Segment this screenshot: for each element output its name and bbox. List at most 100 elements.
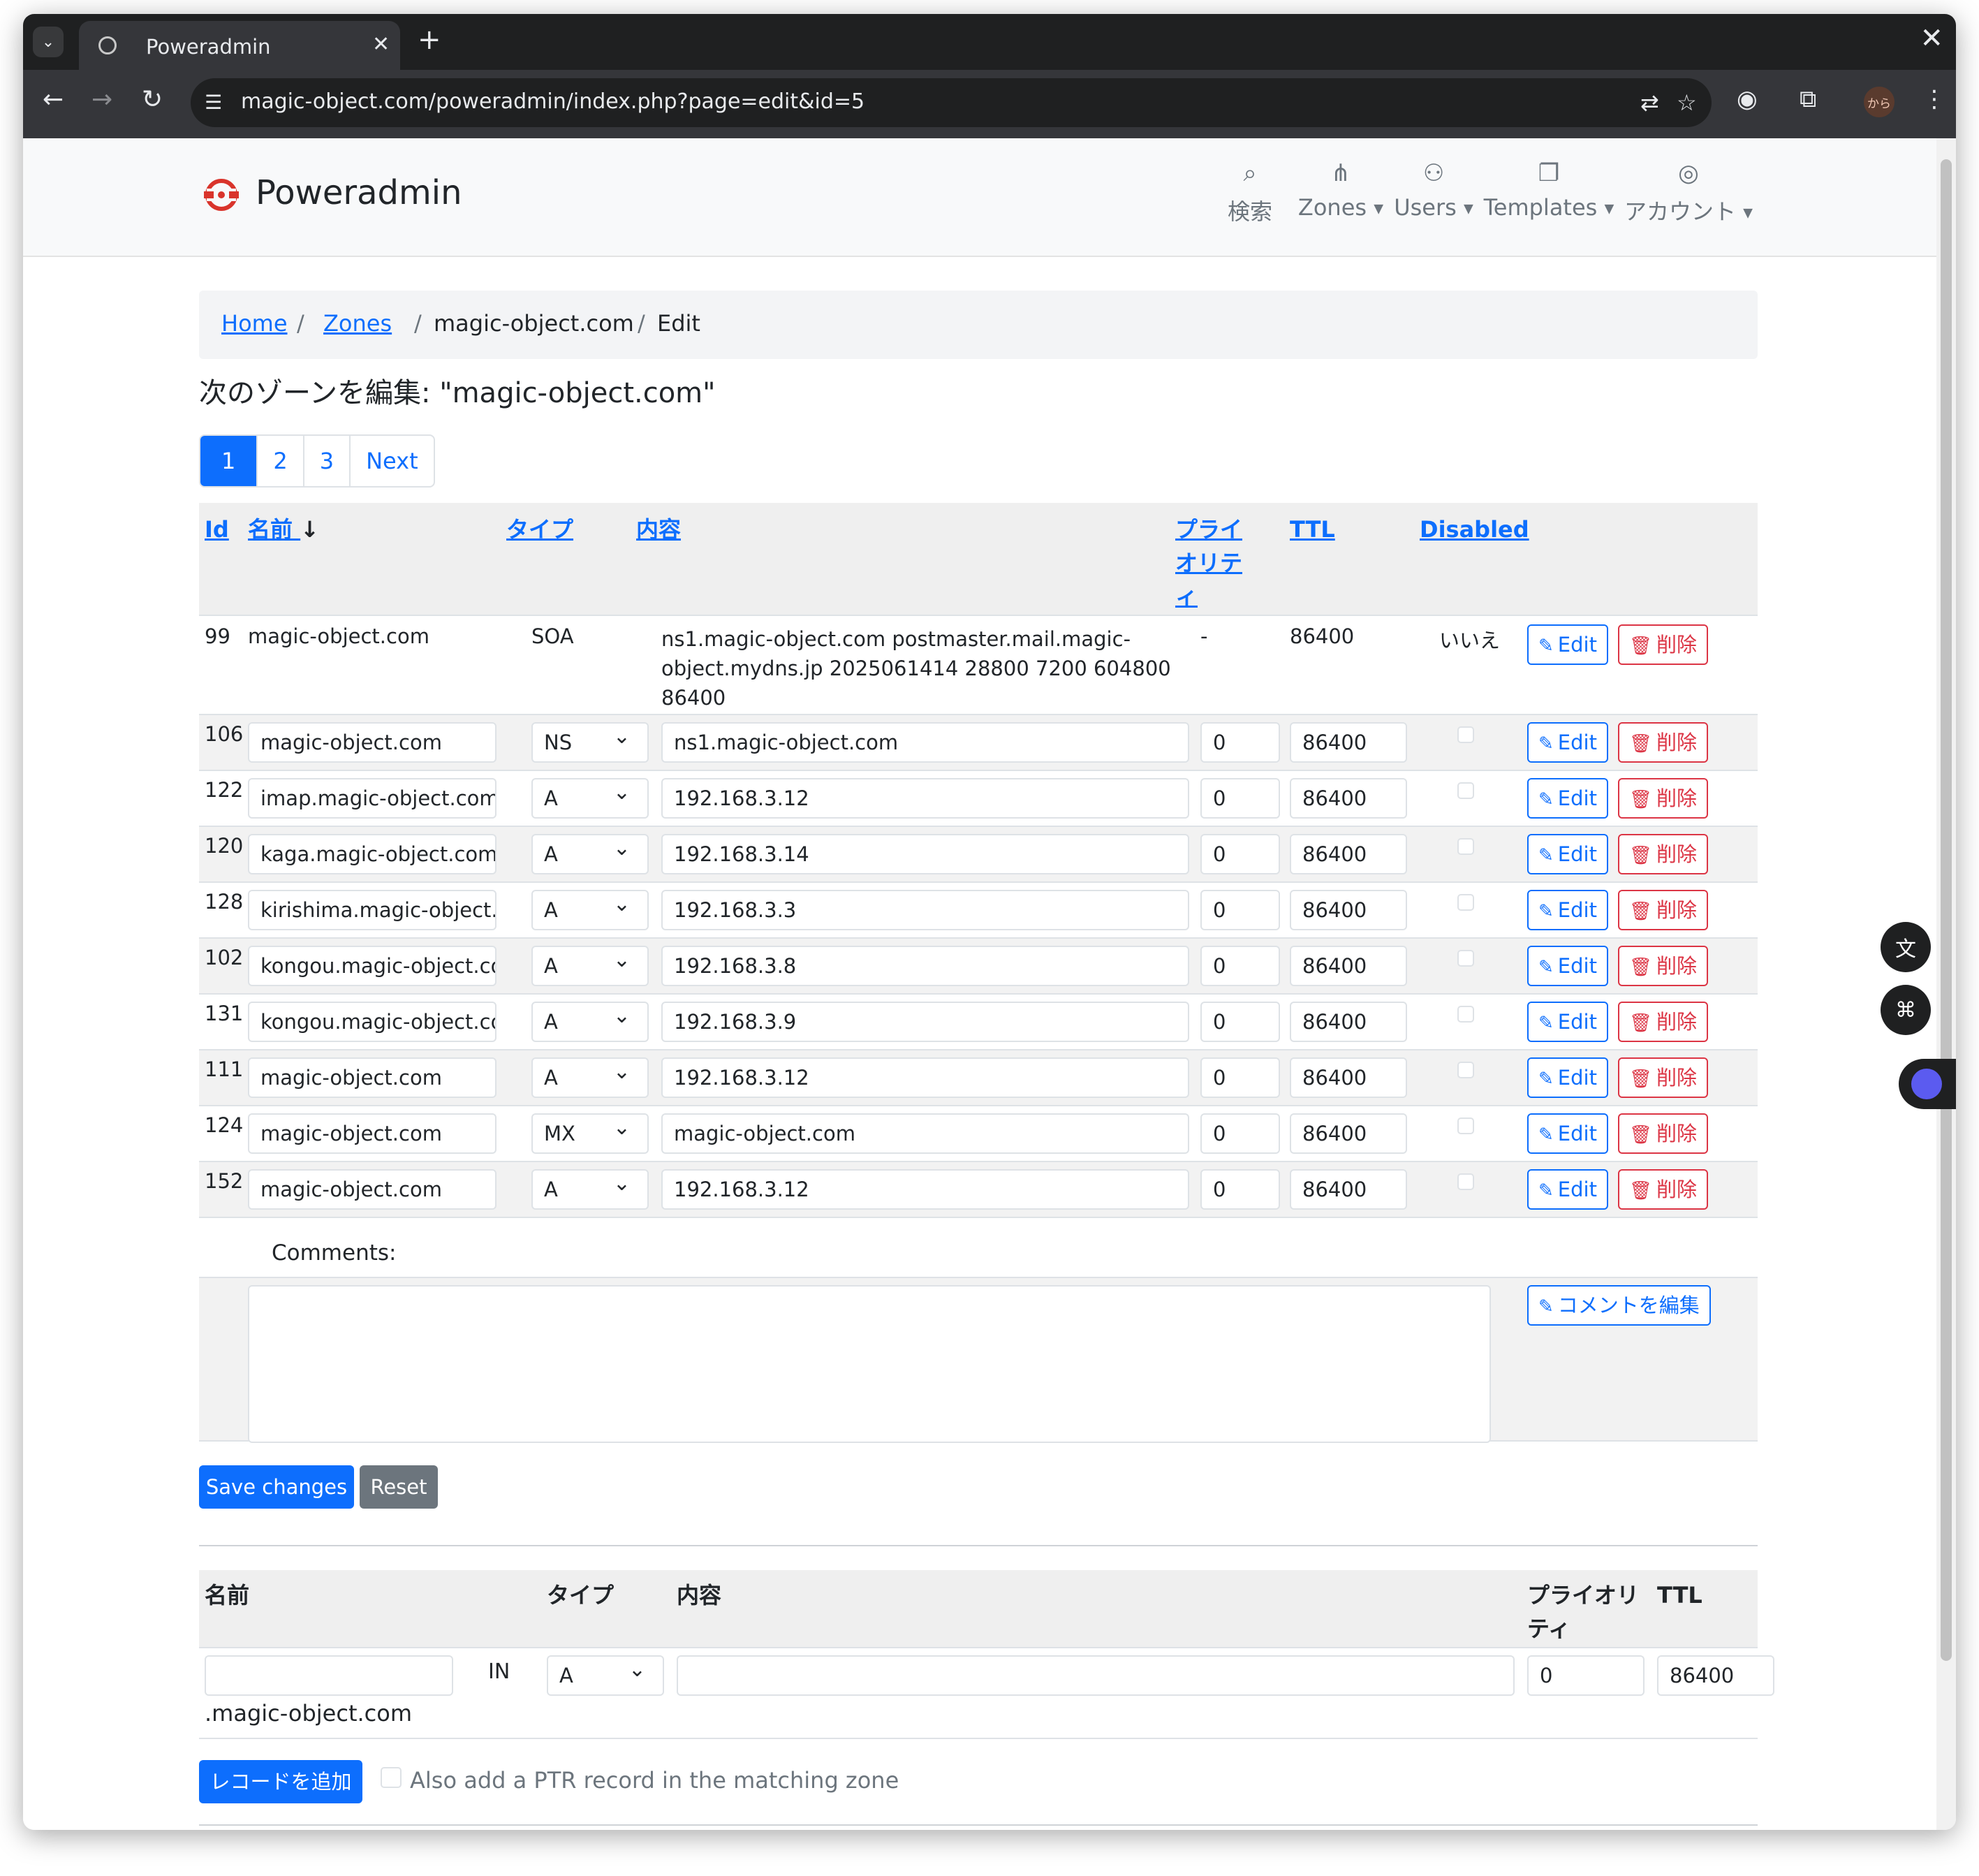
record-type-select[interactable]: A xyxy=(531,778,649,819)
edit-comment-button[interactable]: ✎ コメントを編集 xyxy=(1527,1285,1711,1326)
reset-button[interactable]: Reset xyxy=(360,1465,438,1509)
record-content-input[interactable]: 192.168.3.8 xyxy=(661,946,1189,986)
new-record-ttl-input[interactable]: 86400 xyxy=(1657,1655,1774,1696)
record-type-select[interactable]: A xyxy=(531,1057,649,1098)
record-type-select[interactable]: A xyxy=(531,946,649,986)
record-ttl-input[interactable]: 86400 xyxy=(1290,722,1407,763)
record-disabled-checkbox[interactable] xyxy=(1457,1062,1474,1078)
edit-button[interactable]: ✎ Edit xyxy=(1527,834,1608,874)
record-ttl-input[interactable]: 86400 xyxy=(1290,1113,1407,1154)
page-1[interactable]: 1 xyxy=(200,436,257,486)
delete-button[interactable]: 🗑 削除 xyxy=(1618,778,1709,819)
tab-search-icon[interactable]: ⌄ xyxy=(33,27,64,57)
record-priority-input[interactable]: 0 xyxy=(1200,946,1280,986)
record-disabled-checkbox[interactable] xyxy=(1457,1173,1474,1190)
record-name-input[interactable]: magic-object.com xyxy=(248,1169,496,1210)
record-type-select[interactable]: A xyxy=(531,1002,649,1042)
record-priority-input[interactable]: 0 xyxy=(1200,1113,1280,1154)
edit-button[interactable]: ✎ Edit xyxy=(1527,778,1608,819)
record-name-input[interactable]: kongou.magic-object.co xyxy=(248,1002,496,1042)
delete-button[interactable]: 🗑 削除 xyxy=(1618,624,1709,665)
browser-menu-icon[interactable]: ⋮ xyxy=(1922,85,1946,113)
bookmark-star-icon[interactable]: ☆ xyxy=(1677,89,1697,116)
record-content-input[interactable]: 192.168.3.3 xyxy=(661,890,1189,930)
page-2[interactable]: 2 xyxy=(256,436,302,486)
record-name-input[interactable]: kaga.magic-object.com xyxy=(248,834,496,874)
record-priority-input[interactable]: 0 xyxy=(1200,722,1280,763)
nav-templates[interactable]: ❐ Templates ▼ xyxy=(1483,159,1615,221)
record-disabled-checkbox[interactable] xyxy=(1457,894,1474,911)
record-ttl-input[interactable]: 86400 xyxy=(1290,778,1407,819)
url-text[interactable]: magic-object.com/poweradmin/index.php?pa… xyxy=(241,89,865,114)
record-type-select[interactable]: NS xyxy=(531,722,649,763)
extensions-puzzle-icon[interactable]: ⧉ xyxy=(1800,85,1816,113)
reload-icon[interactable]: ↻ xyxy=(142,85,163,114)
extension-color-icon[interactable]: ◉ xyxy=(1737,85,1758,113)
record-priority-input[interactable]: 0 xyxy=(1200,1057,1280,1098)
nav-search[interactable]: ⌕ 検索 xyxy=(1219,159,1281,226)
record-ttl-input[interactable]: 86400 xyxy=(1290,1169,1407,1210)
record-ttl-input[interactable]: 86400 xyxy=(1290,890,1407,930)
edit-button[interactable]: ✎ Edit xyxy=(1527,624,1608,665)
record-type-select[interactable]: A xyxy=(531,890,649,930)
window-close-icon[interactable]: ✕ xyxy=(1920,22,1943,54)
record-disabled-checkbox[interactable] xyxy=(1457,950,1474,967)
add-record-button[interactable]: レコードを追加 xyxy=(199,1760,362,1803)
nav-users[interactable]: ⚇ Users ▼ xyxy=(1392,159,1476,221)
tab-close-icon[interactable]: ✕ xyxy=(372,32,390,57)
address-bar[interactable]: ☰ magic-object.com/poweradmin/index.php?… xyxy=(191,78,1712,127)
poweradmin-logo-icon[interactable] xyxy=(201,175,242,215)
delete-button[interactable]: 🗑 削除 xyxy=(1618,890,1709,930)
delete-button[interactable]: 🗑 削除 xyxy=(1618,834,1709,874)
record-content-input[interactable]: 192.168.3.12 xyxy=(661,778,1189,819)
translate-icon[interactable]: ⇄ xyxy=(1640,89,1659,116)
edit-button[interactable]: ✎ Edit xyxy=(1527,890,1608,930)
save-changes-button[interactable]: Save changes xyxy=(199,1465,354,1509)
assistant-widget[interactable] xyxy=(1899,1059,1956,1109)
record-content-input[interactable]: 192.168.3.9 xyxy=(661,1002,1189,1042)
delete-button[interactable]: 🗑 削除 xyxy=(1618,1113,1709,1154)
edit-button[interactable]: ✎ Edit xyxy=(1527,946,1608,986)
new-record-type-select[interactable]: A xyxy=(547,1655,664,1696)
record-disabled-checkbox[interactable] xyxy=(1457,726,1474,743)
record-name-input[interactable]: imap.magic-object.com xyxy=(248,778,496,819)
new-record-priority-input[interactable]: 0 xyxy=(1527,1655,1645,1696)
record-content-input[interactable]: 192.168.3.12 xyxy=(661,1057,1189,1098)
col-priority[interactable]: プライ オリティ xyxy=(1175,513,1242,613)
record-priority-input[interactable]: 0 xyxy=(1200,890,1280,930)
delete-button[interactable]: 🗑 削除 xyxy=(1618,1169,1709,1210)
comments-textarea[interactable] xyxy=(248,1285,1491,1443)
record-priority-input[interactable]: 0 xyxy=(1200,1169,1280,1210)
col-name[interactable]: 名前 ↓ xyxy=(248,513,319,546)
translate-widget-icon[interactable]: 文 xyxy=(1881,922,1931,972)
record-content-input[interactable]: 192.168.3.12 xyxy=(661,1169,1189,1210)
back-arrow-icon[interactable]: ← xyxy=(43,85,64,114)
col-disabled[interactable]: Disabled xyxy=(1420,513,1529,546)
record-type-select[interactable]: A xyxy=(531,1169,649,1210)
edit-button[interactable]: ✎ Edit xyxy=(1527,722,1608,763)
nav-account[interactable]: ◎ アカウント ▼ xyxy=(1622,159,1755,226)
ptr-checkbox[interactable] xyxy=(381,1767,402,1788)
scrollbar-thumb[interactable] xyxy=(1941,159,1952,1661)
record-disabled-checkbox[interactable] xyxy=(1457,1117,1474,1134)
record-content-input[interactable]: magic-object.com xyxy=(661,1113,1189,1154)
record-priority-input[interactable]: 0 xyxy=(1200,834,1280,874)
record-ttl-input[interactable]: 86400 xyxy=(1290,1057,1407,1098)
record-ttl-input[interactable]: 86400 xyxy=(1290,1002,1407,1042)
record-ttl-input[interactable]: 86400 xyxy=(1290,834,1407,874)
edit-button[interactable]: ✎ Edit xyxy=(1527,1057,1608,1098)
breadcrumb-zones[interactable]: Zones xyxy=(323,310,392,337)
record-disabled-checkbox[interactable] xyxy=(1457,838,1474,855)
record-priority-input[interactable]: 0 xyxy=(1200,1002,1280,1042)
page-3[interactable]: 3 xyxy=(302,436,349,486)
col-id[interactable]: Id xyxy=(205,513,229,546)
record-name-input[interactable]: kongou.magic-object.co xyxy=(248,946,496,986)
apps-widget-icon[interactable]: ⌘ xyxy=(1881,985,1931,1035)
col-type[interactable]: タイプ xyxy=(506,513,573,546)
record-type-select[interactable]: A xyxy=(531,834,649,874)
delete-button[interactable]: 🗑 削除 xyxy=(1618,1057,1709,1098)
record-name-input[interactable]: magic-object.com xyxy=(248,1057,496,1098)
record-name-input[interactable]: magic-object.com xyxy=(248,1113,496,1154)
record-disabled-checkbox[interactable] xyxy=(1457,782,1474,799)
browser-tab[interactable]: Poweradmin ✕ xyxy=(79,21,400,70)
